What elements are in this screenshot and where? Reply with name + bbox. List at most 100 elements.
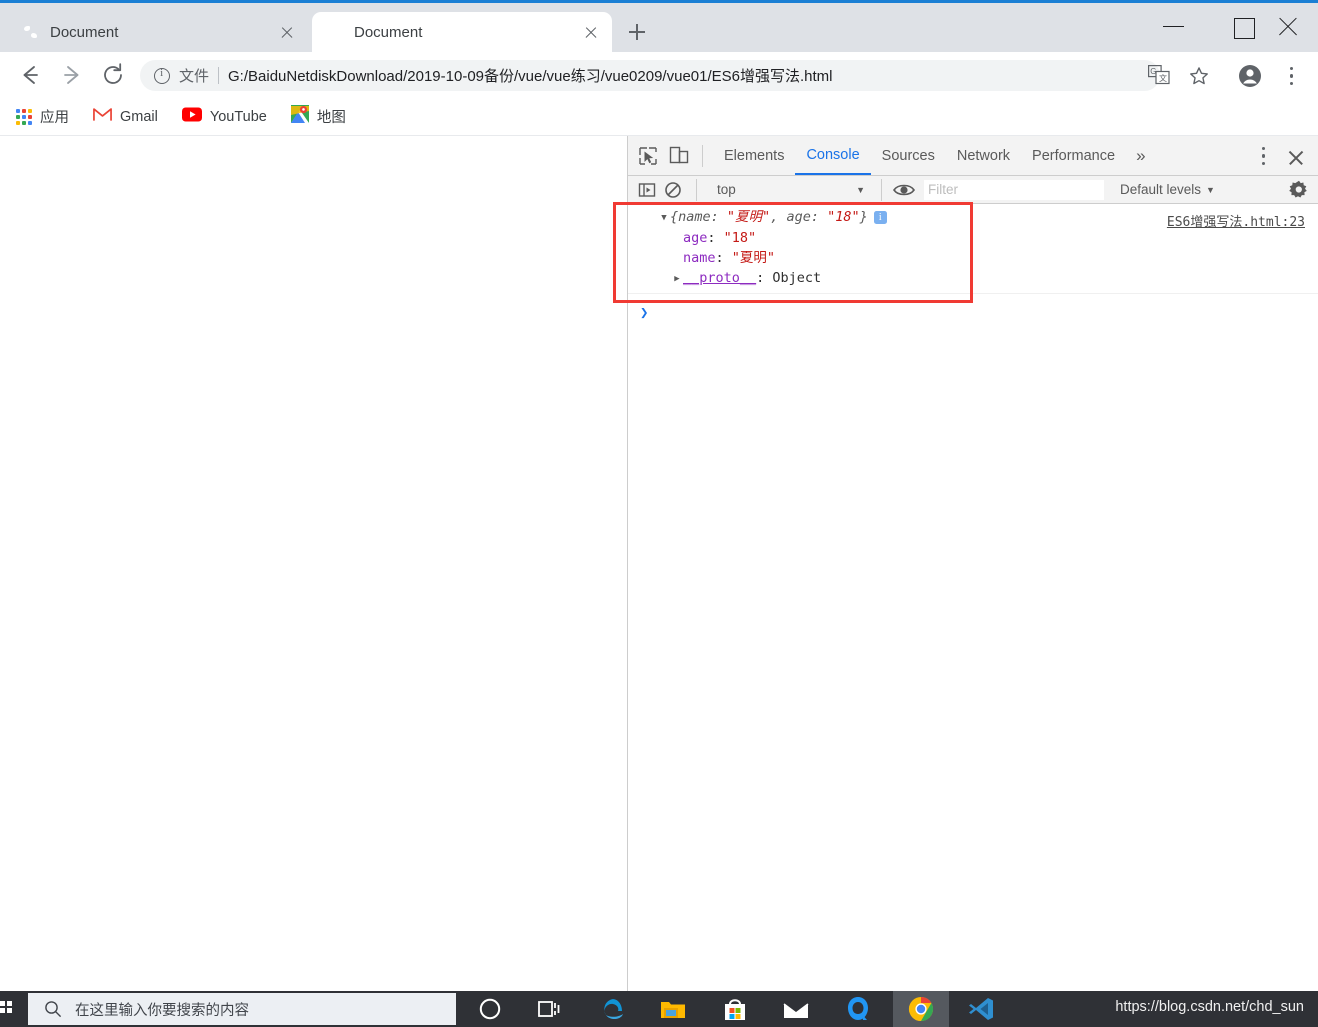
devtools-panel: Elements Console Sources Network Perform… bbox=[627, 136, 1318, 991]
bookmark-gmail[interactable]: Gmail bbox=[93, 107, 158, 127]
object-property-name: name: "夏明" bbox=[628, 248, 1318, 268]
address-bar[interactable]: 文件 G:/BaiduNetdiskDownload/2019-10-09备份/… bbox=[140, 60, 1160, 91]
bookmark-youtube[interactable]: YouTube bbox=[181, 107, 267, 127]
globe-icon bbox=[326, 24, 343, 41]
console-message[interactable]: ▼ {name: "夏明", age: "18"} i age: "18" name… bbox=[628, 204, 1318, 294]
taskbar-slot-microsoft-store[interactable] bbox=[707, 991, 763, 1027]
back-arrow-icon[interactable] bbox=[14, 59, 46, 91]
chevron-down-icon: ▼ bbox=[856, 184, 865, 195]
tab-strip: Document Document bbox=[0, 3, 1318, 52]
preview-part-2: , age: bbox=[770, 209, 828, 225]
reload-icon[interactable] bbox=[97, 59, 129, 91]
execution-context-select[interactable]: top ▼ bbox=[711, 180, 871, 200]
preview-part-3: "18" bbox=[827, 209, 860, 225]
close-window-button[interactable] bbox=[1265, 6, 1311, 46]
taskbar-slot-task-view[interactable] bbox=[521, 991, 577, 1027]
browser-tab-1[interactable]: Document bbox=[8, 12, 308, 52]
bookmark-label: 应用 bbox=[40, 110, 69, 126]
info-badge-icon[interactable]: i bbox=[873, 211, 887, 224]
context-value: top bbox=[717, 182, 736, 197]
inspect-element-icon[interactable] bbox=[635, 143, 661, 169]
watermark-text: https://blog.csdn.net/chd_sun bbox=[1115, 999, 1304, 1015]
gmail-icon bbox=[93, 107, 112, 127]
svg-text:文: 文 bbox=[1159, 73, 1167, 83]
object-proto-row[interactable]: ▶ __proto__: Object bbox=[628, 268, 1318, 293]
console-filter-bar: top ▼ Filter Default levels ▼ bbox=[628, 176, 1318, 204]
taskbar-slot-mail[interactable] bbox=[768, 991, 824, 1027]
tab-sources[interactable]: Sources bbox=[871, 136, 946, 175]
profile-avatar-icon[interactable] bbox=[1238, 64, 1262, 88]
log-levels-select[interactable]: Default levels ▼ bbox=[1120, 182, 1215, 197]
info-circle-icon[interactable] bbox=[154, 67, 170, 84]
taskbar-slot-qq-browser[interactable] bbox=[830, 991, 886, 1027]
edge-icon bbox=[597, 994, 627, 1024]
task-view-icon bbox=[534, 994, 564, 1024]
tab-elements[interactable]: Elements bbox=[713, 136, 795, 175]
star-icon[interactable] bbox=[1188, 65, 1210, 87]
translate-icon[interactable]: G 文 bbox=[1148, 65, 1170, 85]
taskbar-search-input[interactable]: 在这里输入你要搜索的内容 bbox=[28, 993, 456, 1025]
url-text: G:/BaiduNetdiskDownload/2019-10-09备份/vue… bbox=[228, 68, 833, 85]
expand-triangle-icon[interactable]: ▶ bbox=[671, 269, 683, 289]
vscode-icon bbox=[966, 994, 996, 1024]
mail-icon bbox=[781, 994, 811, 1024]
tab-console[interactable]: Console bbox=[795, 136, 871, 175]
source-link[interactable]: ES6增强写法.html:23 bbox=[1167, 211, 1305, 230]
taskbar-slot-edge[interactable] bbox=[584, 991, 640, 1027]
bookmarks-bar: 应用 Gmail YouTube 地图 bbox=[0, 98, 1318, 136]
more-tabs-button[interactable]: » bbox=[1126, 146, 1155, 166]
taskbar-slot-file-explorer[interactable] bbox=[645, 991, 701, 1027]
close-devtools-icon[interactable] bbox=[1283, 144, 1309, 170]
chrome-icon bbox=[906, 994, 936, 1024]
chevron-down-icon: ▼ bbox=[1206, 184, 1215, 195]
three-dot-menu-icon[interactable] bbox=[1283, 65, 1301, 87]
more-options-icon[interactable] bbox=[1255, 145, 1273, 167]
property-name: age bbox=[683, 230, 708, 246]
filterbar-divider bbox=[696, 178, 697, 201]
bookmark-maps[interactable]: 地图 bbox=[290, 105, 346, 128]
bookmark-label: 地图 bbox=[316, 110, 346, 126]
console-sidebar-icon[interactable] bbox=[634, 177, 660, 203]
gear-icon[interactable] bbox=[1289, 180, 1309, 200]
search-input[interactable]: Filter bbox=[924, 179, 1104, 200]
property-value: "夏明" bbox=[731, 250, 776, 266]
toolbar-divider bbox=[702, 144, 703, 167]
property-name: name bbox=[683, 250, 716, 266]
property-value: "18" bbox=[723, 230, 757, 246]
close-icon[interactable] bbox=[274, 19, 300, 45]
preview-brace-open: { bbox=[670, 209, 679, 225]
apps-grid-icon bbox=[16, 108, 32, 125]
console-prompt[interactable]: ❯ bbox=[628, 304, 1318, 326]
url-scheme-label: 文件 bbox=[179, 68, 210, 85]
forward-arrow-icon[interactable] bbox=[56, 59, 88, 91]
tab-performance[interactable]: Performance bbox=[1021, 136, 1126, 175]
tab-title: Document bbox=[50, 23, 119, 41]
new-tab-button[interactable] bbox=[622, 17, 652, 47]
minimize-button[interactable] bbox=[1151, 6, 1197, 46]
expand-triangle-icon[interactable]: ▼ bbox=[658, 208, 670, 228]
bookmark-apps[interactable]: 应用 bbox=[16, 106, 69, 127]
proto-label[interactable]: __proto__ bbox=[683, 270, 756, 286]
tab-title: Document bbox=[354, 23, 423, 41]
live-expression-icon[interactable] bbox=[892, 180, 916, 200]
clear-console-icon[interactable] bbox=[660, 177, 686, 203]
browser-window: Document Document i 文件 G:/BaiduNetdiskDo… bbox=[0, 0, 1318, 1027]
file-explorer-icon bbox=[658, 994, 688, 1024]
preview-brace-close: } bbox=[859, 209, 868, 225]
proto-value: Object bbox=[772, 270, 822, 286]
maps-icon bbox=[290, 105, 309, 128]
maximize-button[interactable] bbox=[1220, 6, 1266, 46]
taskbar-slot-chrome[interactable] bbox=[893, 991, 949, 1027]
taskbar-slot-vscode[interactable] bbox=[953, 991, 1009, 1027]
device-toolbar-icon[interactable] bbox=[666, 143, 692, 169]
qq-browser-icon bbox=[843, 994, 873, 1024]
page-viewport bbox=[0, 136, 627, 991]
close-icon[interactable] bbox=[578, 19, 604, 45]
tab-network[interactable]: Network bbox=[946, 136, 1021, 175]
bookmark-label: YouTube bbox=[209, 108, 267, 125]
browser-tab-2[interactable]: Document bbox=[312, 12, 612, 52]
windows-start-icon[interactable] bbox=[0, 991, 14, 1027]
search-placeholder: 在这里输入你要搜索的内容 bbox=[75, 1002, 249, 1019]
preview-part-1: "夏明" bbox=[726, 209, 771, 225]
taskbar-slot-cortana[interactable] bbox=[462, 991, 518, 1027]
